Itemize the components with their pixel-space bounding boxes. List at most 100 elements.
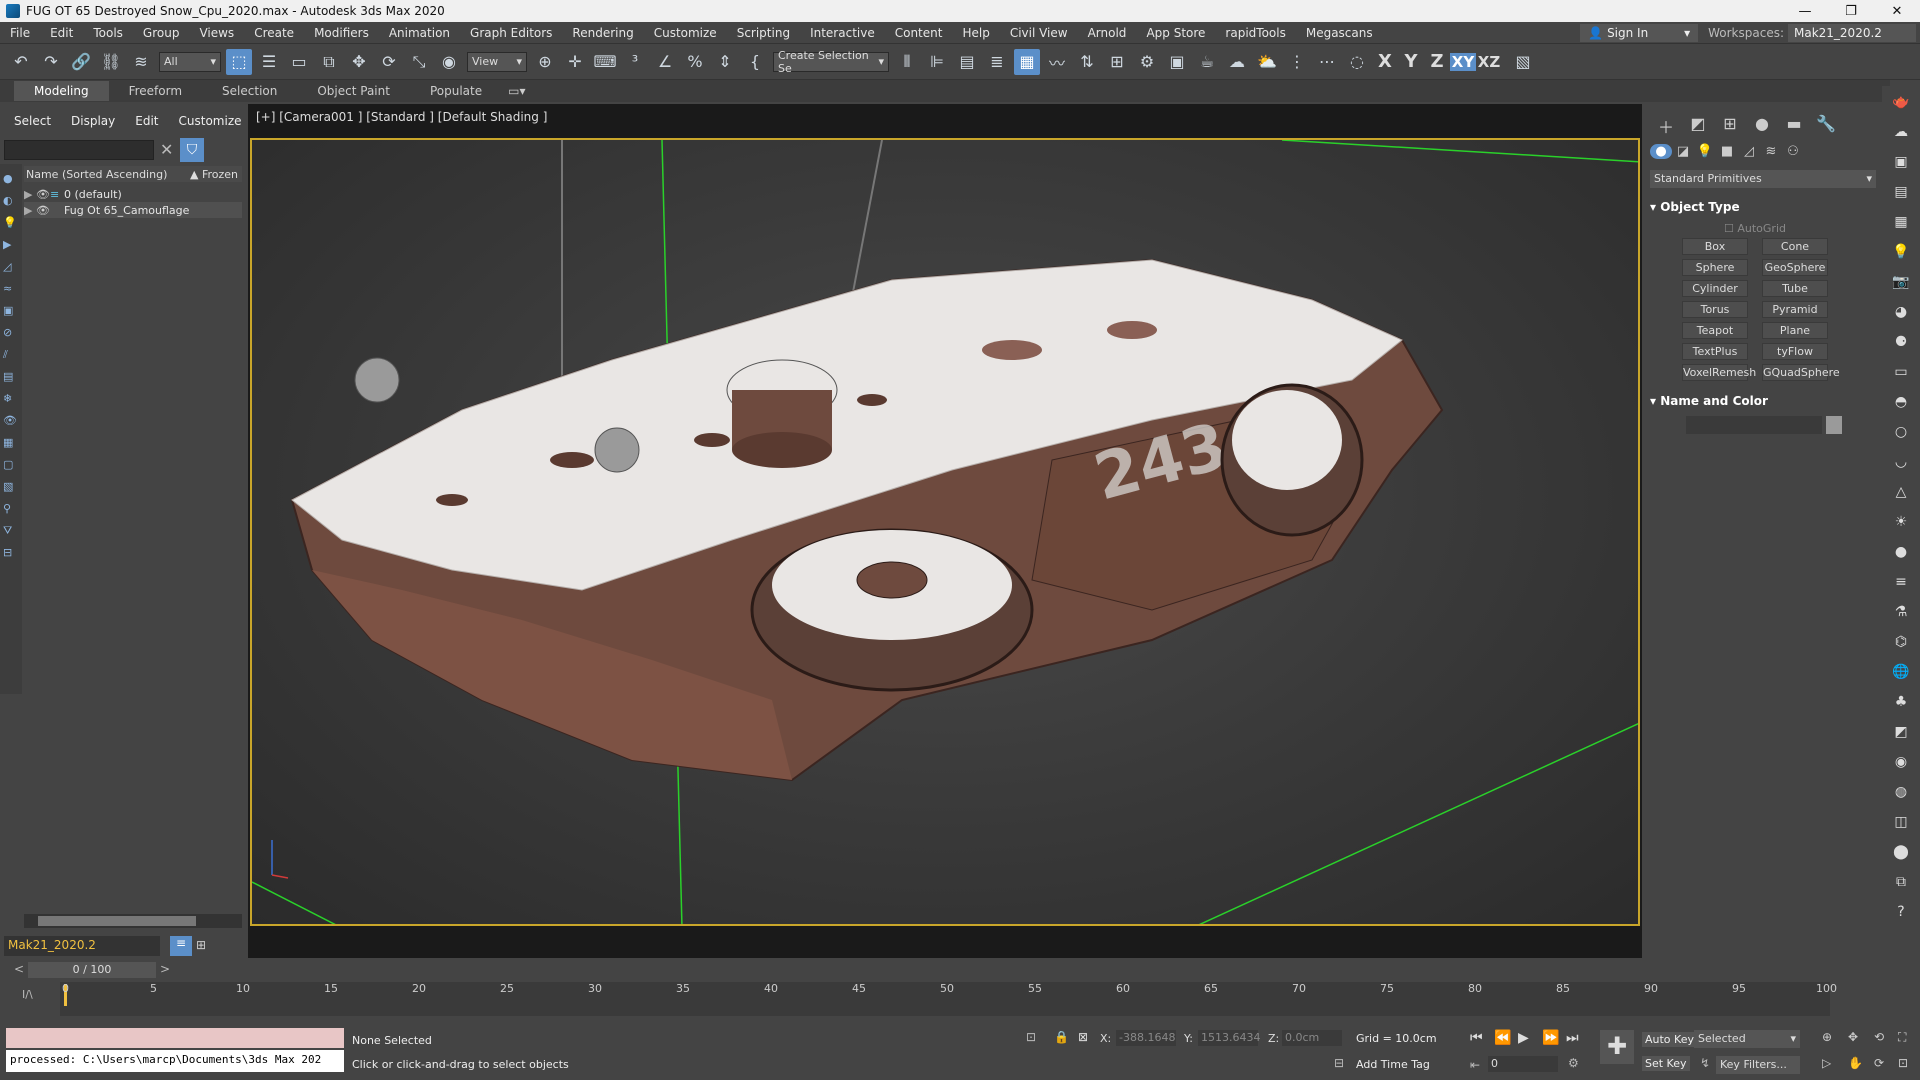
display-invert-icon[interactable]: ▧ bbox=[3, 480, 19, 494]
frozen-column-header[interactable]: ▲ Frozen bbox=[190, 168, 242, 181]
globe-world-icon[interactable]: 🌐 bbox=[1890, 664, 1912, 686]
gquadsphere-button[interactable]: GQuadSphere bbox=[1762, 364, 1840, 381]
helpers-icon[interactable]: ◿ bbox=[1738, 144, 1760, 159]
y-coordinate-field[interactable]: 1513.6434 bbox=[1198, 1030, 1261, 1046]
cameras-icon[interactable]: ■ bbox=[1716, 144, 1738, 159]
tab-selection[interactable]: Selection bbox=[202, 81, 297, 101]
display-bones-icon[interactable]: ⫽ bbox=[3, 348, 19, 362]
viewport-canvas[interactable]: 243 bbox=[250, 138, 1640, 926]
menu-civil-view[interactable]: Civil View bbox=[1000, 26, 1078, 40]
menu-rapidtools[interactable]: rapidTools bbox=[1215, 26, 1295, 40]
shader-icon[interactable]: ⚗ bbox=[1890, 604, 1912, 626]
menu-modifiers[interactable]: Modifiers bbox=[304, 26, 379, 40]
grid-panel-icon[interactable]: ▦ bbox=[1890, 214, 1912, 236]
tools-toolbar-icon[interactable]: ▧ bbox=[1510, 49, 1536, 75]
schematic-view-icon[interactable]: ⇅ bbox=[1074, 49, 1100, 75]
menu-group[interactable]: Group bbox=[133, 26, 190, 40]
key-filters-button[interactable]: Key Filters... bbox=[1716, 1056, 1800, 1074]
menu-help[interactable]: Help bbox=[952, 26, 999, 40]
next-frame-button-icon[interactable]: ⏩ bbox=[1542, 1030, 1559, 1046]
window-crossing-icon[interactable]: ⧉ bbox=[316, 49, 342, 75]
object-name-field[interactable] bbox=[1686, 416, 1822, 434]
auto-key-button[interactable]: Auto Key bbox=[1642, 1032, 1697, 1047]
walk-through-icon[interactable]: ✋ bbox=[1848, 1056, 1863, 1070]
grid-icon[interactable]: ⋮ bbox=[1284, 49, 1310, 75]
torus-button[interactable]: Torus bbox=[1682, 301, 1748, 318]
curve-editor-icon[interactable]: 〰 bbox=[1044, 49, 1070, 75]
menu-rendering[interactable]: Rendering bbox=[562, 26, 643, 40]
ref-coord-dropdown[interactable]: View ▾ bbox=[467, 51, 527, 72]
selection-filter-dropdown[interactable]: All ▾ bbox=[159, 51, 221, 72]
menu-arnold[interactable]: Arnold bbox=[1078, 26, 1137, 40]
ribbon-options-icon[interactable]: ▭▾ bbox=[508, 84, 525, 98]
current-frame-field[interactable]: 0 bbox=[1488, 1056, 1558, 1072]
add-time-tag-button[interactable]: Add Time Tag bbox=[1356, 1058, 1430, 1071]
redo-icon[interactable]: ↷ bbox=[38, 49, 64, 75]
zoom-extents-icon[interactable]: ⊕ bbox=[1822, 1030, 1832, 1044]
menu-animation[interactable]: Animation bbox=[379, 26, 460, 40]
object-color-swatch[interactable] bbox=[1826, 416, 1842, 434]
name-color-rollout[interactable]: ▾ Name and Color bbox=[1650, 394, 1876, 412]
tube-button[interactable]: Tube bbox=[1762, 280, 1828, 297]
viewport-label[interactable]: [+] [Camera001 ] [Standard ] [Default Sh… bbox=[256, 110, 547, 124]
angle-snap-icon[interactable]: ∠ bbox=[652, 49, 678, 75]
plane-button[interactable]: Plane bbox=[1762, 322, 1828, 339]
cone-button[interactable]: Cone bbox=[1762, 238, 1828, 255]
axis-x-button[interactable]: X bbox=[1372, 51, 1398, 72]
layer-sort-icon[interactable]: ⊟ bbox=[3, 546, 19, 560]
play-icon[interactable]: ▶ bbox=[1518, 1030, 1529, 1046]
grass-icon[interactable]: ≡ bbox=[1890, 574, 1912, 596]
curve-editor-toggle-icon[interactable]: I/\ bbox=[22, 988, 33, 1001]
go-to-end-icon[interactable]: ⏭ bbox=[1566, 1030, 1579, 1046]
keyboard-shortcut-icon[interactable]: ⌨ bbox=[592, 49, 618, 75]
absolute-mode-icon[interactable]: ⊠ bbox=[1078, 1030, 1088, 1044]
key-selection-dropdown[interactable]: Selected ▾ bbox=[1694, 1030, 1800, 1048]
go-to-start-icon[interactable]: ⏮ bbox=[1470, 1030, 1483, 1046]
sun-icon[interactable]: ☀ bbox=[1890, 514, 1912, 536]
menu-views[interactable]: Views bbox=[189, 26, 244, 40]
clear-search-icon[interactable]: ✕ bbox=[160, 140, 173, 159]
display-lights-icon[interactable]: 💡 bbox=[3, 216, 19, 230]
render-activeshade-icon[interactable]: ⛅ bbox=[1254, 49, 1280, 75]
display-all-icon[interactable]: ▦ bbox=[3, 436, 19, 450]
select-object-icon[interactable]: ⬚ bbox=[226, 48, 252, 75]
time-config-icon[interactable]: ⚙ bbox=[1568, 1056, 1579, 1070]
display-hidden-icon[interactable]: 👁 bbox=[3, 414, 19, 428]
hierarchy-tab-icon[interactable]: ⊞ bbox=[1714, 114, 1746, 138]
viewport[interactable]: [+] [Camera001 ] [Standard ] [Default Sh… bbox=[248, 104, 1642, 958]
box-button[interactable]: Box bbox=[1682, 238, 1748, 255]
transform-center-icon[interactable]: ◌ bbox=[1344, 49, 1370, 75]
pan-view-icon[interactable]: ✥ bbox=[1848, 1030, 1858, 1044]
min-max-toggle-icon[interactable]: ⊡ bbox=[1898, 1056, 1908, 1070]
select-move-icon[interactable]: ✥ bbox=[346, 49, 372, 75]
create-selection-set-dropdown[interactable]: Create Selection Se ▾ bbox=[773, 49, 889, 75]
network-icon[interactable]: ⌬ bbox=[1890, 634, 1912, 656]
sky-icon[interactable]: ◍ bbox=[1890, 784, 1912, 806]
align-icon[interactable]: ⊫ bbox=[924, 49, 950, 75]
current-layer-dropdown[interactable]: Mak21_2020.2 bbox=[4, 936, 160, 956]
undo-icon[interactable]: ↶ bbox=[8, 49, 34, 75]
material-editor-icon[interactable]: ⊞ bbox=[1104, 49, 1130, 75]
next-frame-icon[interactable]: > bbox=[160, 962, 170, 976]
cylinder-button[interactable]: Cylinder bbox=[1682, 280, 1748, 297]
list-item[interactable]: ▶ 👁 Fug Ot 65_Camouflage bbox=[24, 202, 242, 218]
maxscript-listener-input[interactable] bbox=[6, 1028, 344, 1048]
display-groups-icon[interactable]: ▣ bbox=[3, 304, 19, 318]
dome-icon[interactable]: ◓ bbox=[1890, 394, 1912, 416]
z-coordinate-field[interactable]: 0.0cm bbox=[1282, 1030, 1342, 1046]
select-by-name-icon[interactable]: ☰ bbox=[256, 49, 282, 75]
sphere-button[interactable]: Sphere bbox=[1682, 259, 1748, 276]
time-slider-thumb[interactable]: 0 / 100 bbox=[28, 962, 156, 978]
field-of-view-icon[interactable]: ▷ bbox=[1822, 1056, 1831, 1070]
menu-create[interactable]: Create bbox=[244, 26, 304, 40]
menu-app-store[interactable]: App Store bbox=[1136, 26, 1215, 40]
display-none-icon[interactable]: ▢ bbox=[3, 458, 19, 472]
light-icon[interactable]: 💡 bbox=[1890, 244, 1912, 266]
teapot-icon[interactable]: 🫖 bbox=[1890, 94, 1912, 116]
set-keys-icon[interactable]: ✚ bbox=[1600, 1030, 1634, 1064]
funnel-icon[interactable]: ⛛ bbox=[3, 524, 19, 538]
axis-y-button[interactable]: Y bbox=[1398, 51, 1424, 72]
maximize-viewport-icon[interactable]: ⛶ bbox=[1898, 1030, 1906, 1045]
edit-named-selection-icon[interactable]: { bbox=[742, 49, 768, 75]
sign-in-dropdown[interactable]: 👤 Sign In ▾ bbox=[1580, 23, 1699, 42]
